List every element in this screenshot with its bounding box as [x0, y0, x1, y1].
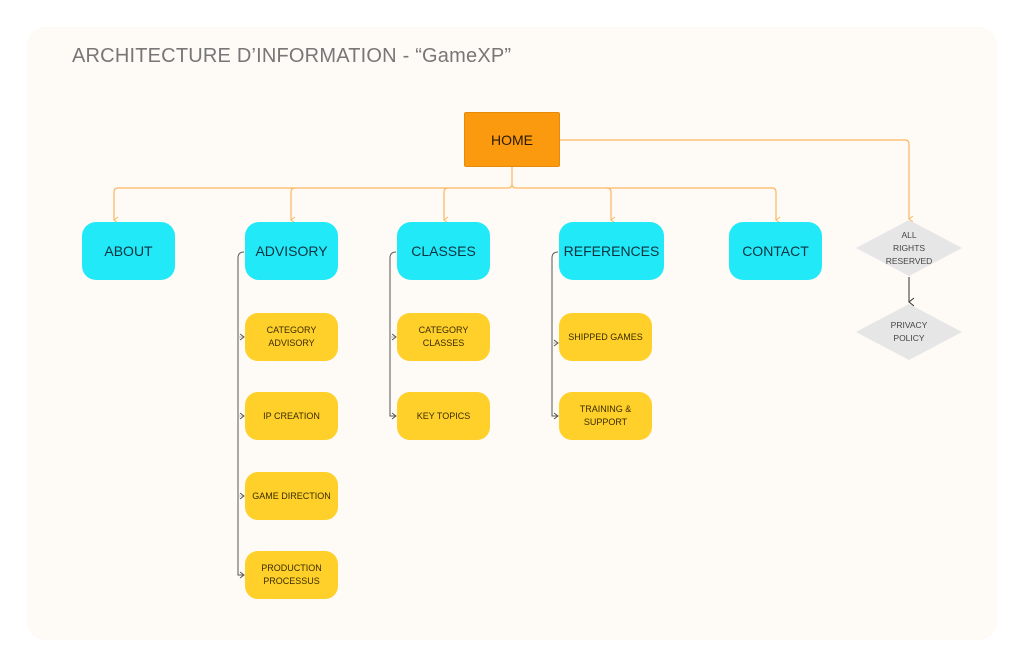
node-advisory: ADVISORY	[245, 222, 338, 280]
node-home: HOME	[464, 112, 560, 167]
references-bracket	[551, 251, 559, 420]
privacy-policy-label: PRIVACY POLICY	[890, 320, 928, 343]
classes-bracket	[389, 251, 397, 420]
node-game-direction: GAME DIRECTION	[245, 472, 338, 520]
node-references: REFERENCES	[559, 222, 664, 280]
advisory-bracket	[237, 251, 245, 579]
connector-classes	[443, 187, 449, 224]
node-category-advisory: CATEGORY ADVISORY	[245, 313, 338, 361]
node-contact: CONTACT	[729, 222, 822, 280]
node-training-support: TRAINING & SUPPORT	[559, 392, 652, 440]
all-rights-reserved-label: ALL RIGHTS RESERVED	[885, 229, 933, 266]
node-privacy-policy: PRIVACY POLICY	[856, 304, 962, 360]
node-about: ABOUT	[82, 222, 175, 280]
node-classes: CLASSES	[397, 222, 490, 280]
connector-references	[511, 183, 781, 224]
node-production-processus: PRODUCTION PROCESSUS	[245, 551, 338, 599]
home-to-footer-connector	[560, 139, 914, 223]
connector-references-drop	[606, 187, 616, 224]
home-to-sections-connector	[113, 150, 513, 224]
node-shipped-games: SHIPPED GAMES	[559, 313, 652, 361]
node-category-classes: CATEGORY CLASSES	[397, 313, 490, 361]
node-ip-creation: IP CREATION	[245, 392, 338, 440]
node-key-topics: KEY TOPICS	[397, 392, 490, 440]
node-all-rights-reserved: ALL RIGHTS RESERVED	[856, 220, 962, 276]
connector-advisory	[290, 187, 296, 224]
